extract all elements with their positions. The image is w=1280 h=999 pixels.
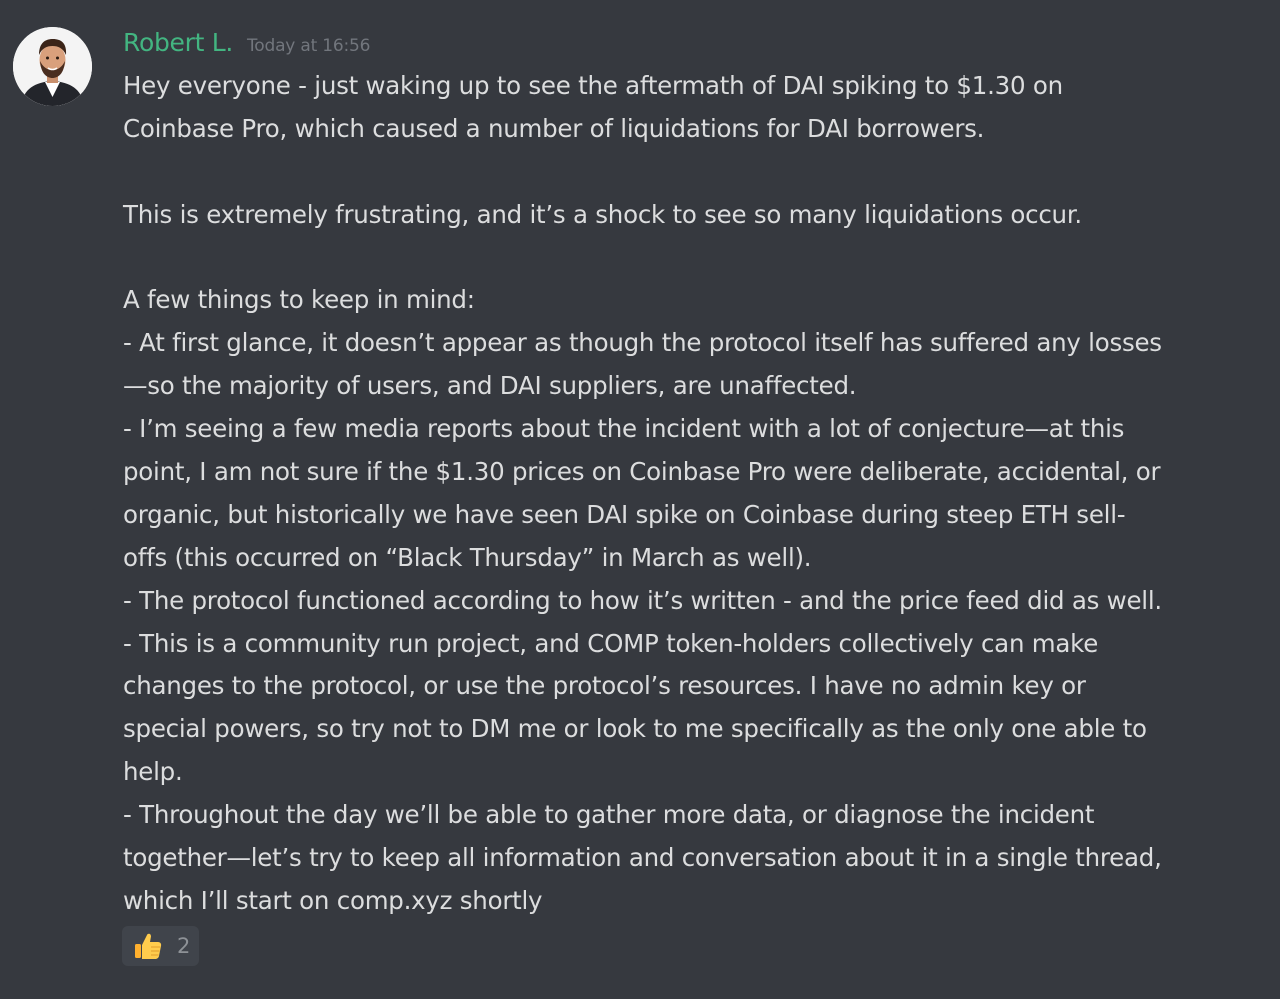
message-line: - At first glance, it doesn’t appear as … [123,328,1162,358]
user-avatar[interactable] [13,27,92,106]
message-line: point, I am not sure if the $1.30 prices… [123,457,1161,487]
reaction-count: 2 [177,934,191,958]
message-line [123,151,1258,194]
message-line: - Throughout the day we’ll be able to ga… [123,800,1095,830]
message-line: together—let’s try to keep all informati… [123,843,1162,873]
reactions-bar: 2 [122,926,200,966]
message-line: A few things to keep in mind: [123,285,475,315]
message-line: - This is a community run project, and C… [123,628,1099,658]
chat-message: Robert L. Today at 16:56 Hey everyone - … [0,0,1280,999]
message-line: changes to the protocol, or use the prot… [123,671,1086,701]
message-content: Hey everyone - just waking up to see the… [123,65,1258,923]
message-line [123,237,1258,280]
message-line: special powers, so try not to DM me or l… [123,714,1147,744]
message-line: —so the majority of users, and DAI suppl… [123,371,857,401]
message-line: offs (this occurred on “Black Thursday” … [123,542,812,572]
message-header: Robert L. Today at 16:56 [123,28,370,64]
author-name[interactable]: Robert L. [123,28,233,57]
message-line: - The protocol functioned according to h… [123,585,1162,615]
message-line: - I’m seeing a few media reports about t… [123,414,1125,444]
message-line: help. [123,757,183,787]
message-line: Hey everyone - just waking up to see the… [123,71,1063,100]
message-line: which I’ll start on comp.xyz shortly [123,885,543,915]
message-line: Coinbase Pro, which caused a number of l… [123,113,985,143]
thumbs-up-icon [131,929,165,963]
reaction-thumbs-up[interactable]: 2 [122,926,200,966]
avatar-portrait-icon [13,27,92,106]
message-timestamp: Today at 16:56 [247,36,371,56]
message-line: organic, but historically we have seen D… [123,499,1126,529]
message-line: This is extremely frustrating, and it’s … [123,199,1082,229]
